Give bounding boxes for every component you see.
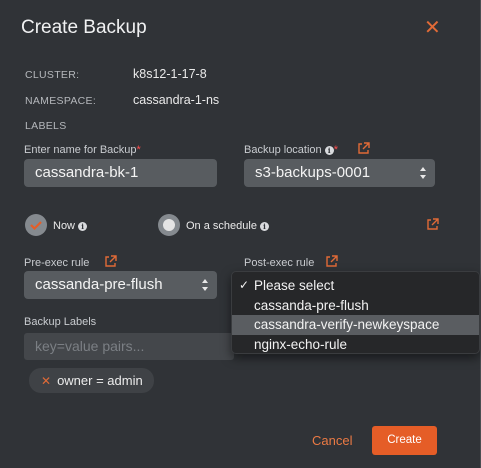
chevron-updown-icon [420,167,426,179]
backup-name-label: Enter name for Backup* [24,144,141,156]
backup-name-input[interactable]: cassandra-bk-1 [24,159,217,187]
option-label: cassanda-pre-flush [254,297,369,313]
pre-exec-label: Pre-exec rule [24,257,90,269]
required-mark: * [136,144,141,156]
radio-now[interactable] [25,214,47,236]
chevron-updown-icon [202,279,208,291]
external-link-icon[interactable] [357,142,370,155]
external-link-icon[interactable] [426,218,439,231]
backup-location-value: s3-backups-0001 [255,164,371,181]
post-exec-dropdown: ✓ Please select cassanda-pre-flush cassa… [231,271,480,354]
chip-label: owner = admin [57,373,143,388]
pre-exec-value: cassanda-pre-flush [35,276,163,293]
labels-label: LABELS [25,120,67,132]
info-icon[interactable]: i [78,222,88,231]
backup-labels-label: Backup Labels [24,316,97,328]
pre-exec-select[interactable]: cassanda-pre-flush [24,271,217,299]
option-label: cassandra-verify-newkeyspace [254,317,440,332]
external-link-icon[interactable] [104,255,117,268]
create-backup-modal: Create Backup ✕ CLUSTER: k8s12-1-17-8 NA… [0,0,481,468]
dropdown-option-pre-flush[interactable]: cassanda-pre-flush [232,296,479,316]
backup-labels-input[interactable]: key=value pairs... [24,333,234,360]
dropdown-option-verify-newkeyspace[interactable]: cassandra-verify-newkeyspace [232,315,479,335]
label-chip: ✕ owner = admin [29,368,154,393]
dropdown-option-please-select[interactable]: ✓ Please select [232,276,479,296]
remove-chip-icon[interactable]: ✕ [41,374,51,388]
checkmark-icon [30,221,42,231]
dropdown-option-nginx-echo-rule[interactable]: nginx-echo-rule [232,335,479,355]
option-label: nginx-echo-rule [254,336,348,352]
info-icon[interactable]: i [324,146,334,155]
option-label: Please select [254,278,335,293]
namespace-label: NAMESPACE: [25,95,97,107]
check-icon: ✓ [239,278,250,292]
namespace-value: cassandra-1-ns [133,93,220,107]
backup-location-label: Backup location i * [244,144,338,156]
radio-schedule[interactable] [158,214,180,236]
cluster-label: CLUSTER: [25,69,80,81]
create-button[interactable]: Create [372,426,437,455]
backup-location-label-text: Backup location [244,144,322,156]
required-mark: * [333,144,339,156]
cancel-button[interactable]: Cancel [312,433,352,448]
backup-location-select[interactable]: s3-backups-0001 [244,159,435,187]
external-link-icon[interactable] [325,255,338,268]
radio-schedule-label: On a schedule i [186,220,269,232]
radio-schedule-label-text: On a schedule [186,220,257,232]
modal-title: Create Backup [21,17,147,38]
radio-now-label-text: Now [53,220,76,232]
radio-now-label: Now i [53,220,88,232]
cluster-value: k8s12-1-17-8 [133,67,207,81]
post-exec-label: Post-exec rule [244,257,315,269]
radio-dot [163,219,175,231]
info-icon[interactable]: i [260,222,269,231]
backup-name-label-text: Enter name for Backup [24,144,137,156]
close-icon[interactable]: ✕ [424,18,441,38]
